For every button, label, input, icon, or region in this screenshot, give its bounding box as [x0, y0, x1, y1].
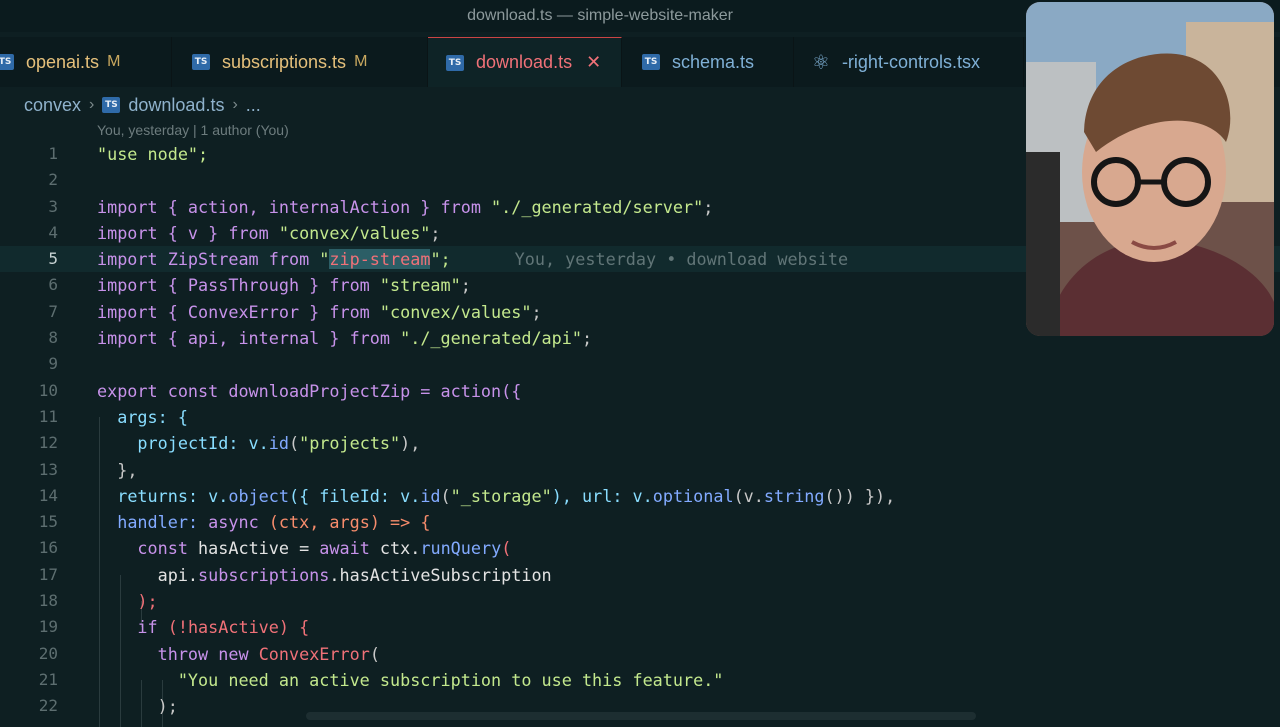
code-string: "./_generated/api" [400, 328, 582, 349]
line-number: 20 [38, 643, 58, 663]
tab-label: -right-controls.tsx [841, 51, 980, 72]
code-string: " [319, 249, 330, 270]
code-text: }, [117, 459, 138, 480]
code-text: import { ConvexError } from [97, 301, 380, 322]
code-line: 18 ); [0, 588, 1280, 614]
line-number: 13 [38, 459, 58, 479]
chevron-right-icon: › [89, 96, 95, 113]
react-icon: ⚛ [812, 51, 830, 74]
line-number: 12 [38, 433, 58, 453]
code-string: "stream" [379, 275, 461, 296]
modified-badge: M [354, 53, 368, 70]
line-number: 18 [38, 591, 58, 611]
code-line: 19 if (!hasActive) { [0, 614, 1280, 640]
code-line: 13 }, [0, 457, 1280, 483]
code-text: import ZipStream from [97, 249, 320, 270]
code-text: ); [157, 696, 178, 717]
breadcrumb: convex › TS download.ts › ... [24, 92, 261, 118]
line-number: 10 [38, 380, 58, 400]
code-string: "convex/values" [278, 222, 431, 243]
code-text: args: { [117, 406, 188, 427]
tab-subscriptions[interactable]: TS subscriptions.ts M [172, 37, 428, 87]
close-icon[interactable]: ✕ [586, 52, 601, 73]
line-number: 5 [48, 249, 58, 269]
line-number: 1 [48, 144, 58, 163]
line-number: 15 [38, 512, 58, 532]
code-line: 12 projectId: v.id("projects"), [0, 430, 1280, 456]
code-line: 16 const hasActive = await ctx.runQuery( [0, 535, 1280, 561]
webcam-overlay [1026, 2, 1274, 336]
typescript-icon: TS [642, 54, 660, 70]
code-text: projectId: v. [137, 433, 269, 454]
code-string: "; [430, 249, 451, 270]
presenter-video-icon [1026, 2, 1274, 336]
code-text: throw [157, 643, 209, 664]
line-number: 19 [38, 617, 58, 637]
code-text: "You need an active subscription to use … [177, 669, 724, 690]
line-number: 9 [48, 354, 58, 374]
line-number: 11 [38, 406, 58, 426]
code-text: api. [157, 564, 199, 585]
horizontal-scrollbar[interactable] [306, 712, 976, 720]
line-number: 16 [38, 538, 58, 558]
breadcrumb-file[interactable]: download.ts [128, 95, 224, 116]
line-number: 8 [48, 328, 58, 348]
line-number: 21 [38, 669, 58, 689]
code-text: if [137, 617, 158, 638]
tab-label: download.ts [476, 52, 573, 72]
breadcrumb-more[interactable]: ... [246, 95, 261, 116]
tab-schema[interactable]: TS schema.ts [622, 37, 794, 87]
code-text: returns: v. [117, 485, 229, 506]
line-number: 17 [38, 564, 58, 584]
line-number: 22 [38, 696, 58, 716]
window-title: download.ts — simple-website-maker [467, 7, 733, 24]
code-text: handler: [117, 512, 209, 533]
tab-download[interactable]: TS download.ts ✕ [428, 37, 622, 87]
code-text: ); [137, 591, 158, 612]
line-number: 14 [38, 485, 58, 505]
tab-right-controls[interactable]: ⚛ -right-controls.tsx [794, 37, 1024, 87]
modified-badge: M [107, 53, 121, 70]
chevron-right-icon: › [232, 96, 238, 113]
code-line: 10 export const downloadProjectZip = acti… [0, 378, 1280, 404]
code-line: 17 api.subscriptions.hasActiveSubscripti… [0, 562, 1280, 588]
code-text: import { action, internalAction } from [97, 196, 492, 217]
code-text: export const downloadProjectZip = action… [97, 380, 522, 401]
code-line: 14 returns: v.object({ fileId: v.id("_st… [0, 483, 1280, 509]
code-line: 11 args: { [0, 404, 1280, 430]
tab-label: subscriptions.ts [222, 51, 347, 72]
code-text: const [137, 538, 188, 559]
line-number: 3 [48, 196, 58, 216]
code-text: import { v } from [97, 222, 279, 243]
code-line: 9 [0, 351, 1280, 377]
code-line: 20 throw new ConvexError( [0, 641, 1280, 667]
line-number: 7 [48, 301, 58, 321]
tab-label: schema.ts [672, 51, 755, 72]
line-number: 4 [48, 222, 58, 242]
code-line: 21 "You need an active subscription to u… [0, 667, 1280, 693]
code-string: "convex/values" [379, 301, 532, 322]
code-string: "./_generated/server" [491, 196, 704, 217]
git-blame-inline: You, yesterday • download website [514, 249, 849, 270]
git-blame-header[interactable]: You, yesterday | 1 author (You) [97, 122, 289, 138]
line-number: 6 [48, 275, 58, 295]
typescript-icon: TS [102, 97, 121, 113]
line-number: 2 [48, 170, 58, 190]
code-text: import { PassThrough } from [97, 275, 380, 296]
breadcrumb-folder[interactable]: convex [24, 95, 81, 116]
typescript-icon: TS [446, 54, 464, 71]
tab-openai[interactable]: TS openai.ts M [0, 37, 172, 87]
code-text: "use node"; [97, 144, 209, 164]
code-line: 15 handler: async (ctx, args) => { [0, 509, 1280, 535]
text-selection[interactable]: zip-stream [329, 249, 431, 270]
typescript-icon: TS [192, 54, 210, 70]
typescript-icon: TS [0, 54, 14, 70]
tab-label: openai.ts [26, 51, 100, 72]
code-text: import { api, internal } from [97, 328, 401, 349]
